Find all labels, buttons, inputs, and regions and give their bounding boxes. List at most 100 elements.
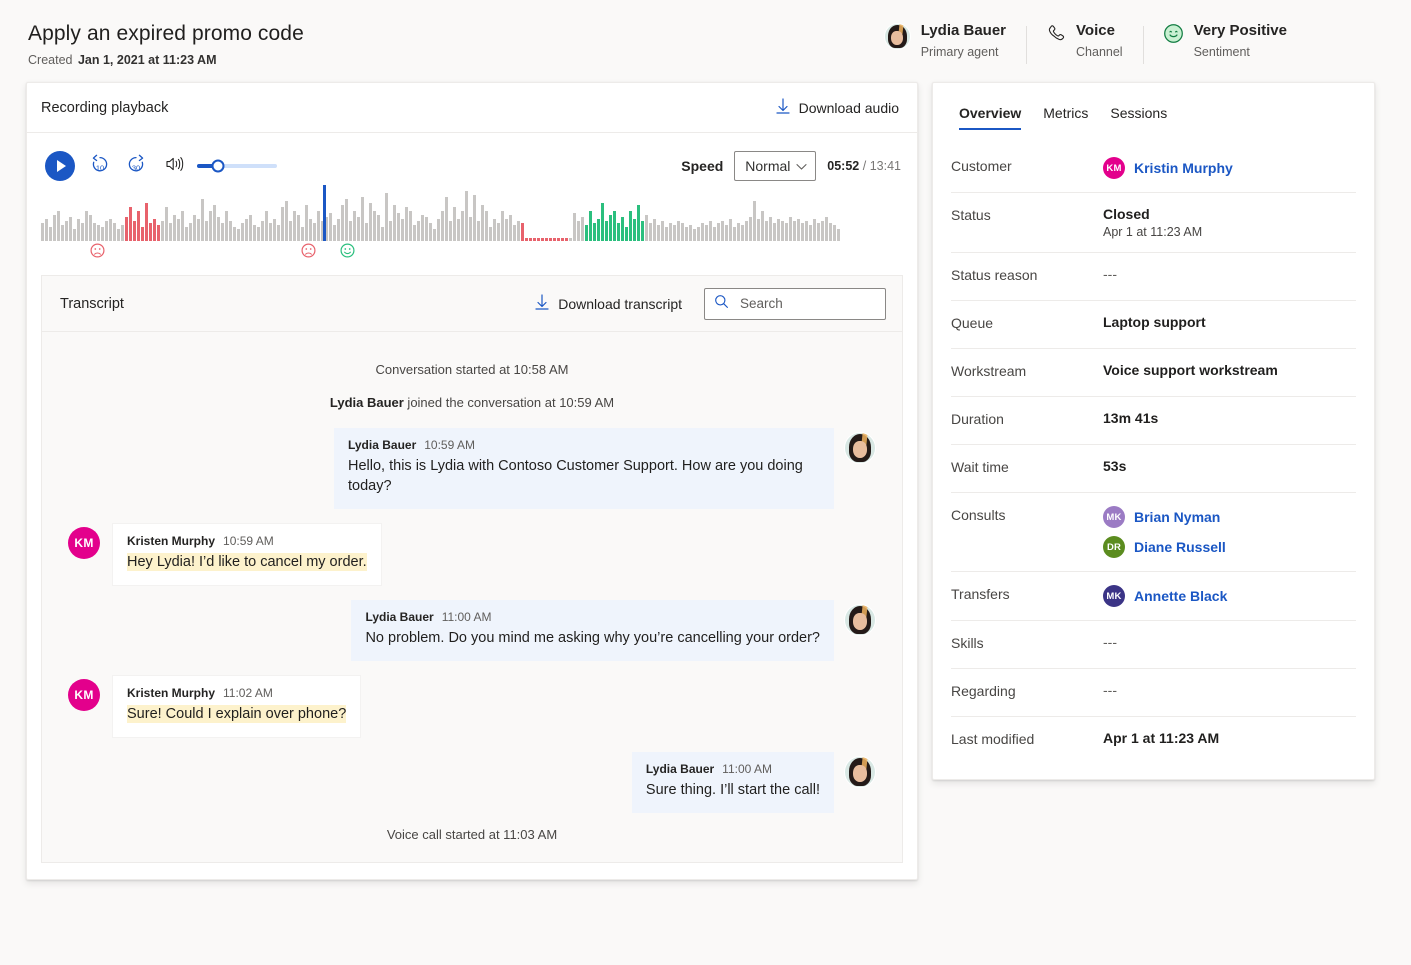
waveform-bar: [173, 215, 176, 241]
waveform-bar: [89, 215, 92, 241]
waveform-bar: [281, 207, 284, 241]
waveform-bar: [385, 193, 388, 241]
download-icon: [535, 294, 549, 313]
volume-slider[interactable]: [197, 164, 277, 168]
person-entry[interactable]: KMKristin Murphy: [1103, 157, 1233, 179]
waveform-bar: [245, 219, 248, 241]
waveform-bar: [49, 227, 52, 241]
waveform-bar: [65, 221, 68, 241]
speed-select[interactable]: Normal: [734, 151, 816, 181]
waveform-bar: [217, 217, 220, 241]
forward-30-icon[interactable]: 30: [125, 153, 147, 180]
search-input[interactable]: [738, 295, 876, 312]
detail-value: Apr 1 at 11:23 AM: [1103, 730, 1219, 746]
waveform-bar: [601, 203, 604, 241]
waveform-bar: [765, 221, 768, 241]
smiley-icon: [1163, 22, 1184, 49]
waveform-bar: [489, 227, 492, 241]
waveform-bar: [113, 223, 116, 241]
detail-value-wrap: Apr 1 at 11:23 AM: [1103, 730, 1219, 746]
waveform-bar: [169, 223, 172, 241]
waveform-bar: [41, 223, 44, 241]
person-name-link[interactable]: Brian Nyman: [1134, 509, 1220, 525]
chevron-down-icon: [796, 158, 807, 174]
detail-value: 13m 41s: [1103, 410, 1158, 426]
person-entry[interactable]: MKAnnette Black: [1103, 585, 1227, 607]
sentiment-marker-negative[interactable]: [301, 243, 316, 258]
speed-label: Speed: [681, 158, 723, 174]
play-button[interactable]: [45, 151, 75, 181]
message-bubble: Kristen Murphy11:02 AMSure! Could I expl…: [112, 675, 361, 738]
waveform-bar: [101, 227, 104, 241]
detail-row: Status reason---: [951, 253, 1356, 301]
waveform-bar: [117, 229, 120, 241]
transcript-search-box[interactable]: [704, 288, 886, 320]
waveform-bar: [305, 205, 308, 241]
person-name-link[interactable]: Kristin Murphy: [1134, 160, 1233, 176]
waveform-bar: [833, 225, 836, 241]
transcript-message-customer: KMKristen Murphy10:59 AMHey Lydia! I’d l…: [68, 523, 876, 586]
waveform-bar: [749, 217, 752, 241]
audio-waveform[interactable]: [41, 191, 903, 241]
time-total: 13:41: [870, 159, 901, 173]
waveform-bar: [425, 217, 428, 241]
waveform-bar: [153, 219, 156, 241]
waveform-bar: [253, 225, 256, 241]
waveform-bar: [133, 221, 136, 241]
playhead-marker[interactable]: [323, 185, 326, 241]
transcript-message-agent: Lydia Bauer10:59 AMHello, this is Lydia …: [68, 428, 876, 509]
person-entry[interactable]: DRDiane Russell: [1103, 536, 1226, 558]
waveform-bar: [577, 221, 580, 241]
sentiment-marker-positive[interactable]: [340, 243, 355, 258]
sentiment-marker-negative[interactable]: [90, 243, 105, 258]
waveform-bar: [837, 229, 840, 241]
detail-label: Queue: [951, 314, 1103, 331]
volume-slider-knob[interactable]: [211, 160, 224, 173]
tab-overview[interactable]: Overview: [951, 97, 1029, 130]
rewind-10-icon[interactable]: 10: [89, 153, 111, 180]
waveform-bar: [81, 223, 84, 241]
waveform-bar: [297, 215, 300, 241]
waveform-bar: [289, 221, 292, 241]
waveform-bar: [785, 223, 788, 241]
waveform-bar: [393, 205, 396, 241]
waveform-bar: [141, 227, 144, 241]
detail-row: Wait time53s: [951, 445, 1356, 493]
detail-label: Customer: [951, 157, 1103, 174]
sentiment-value: Very Positive: [1194, 22, 1287, 41]
volume-icon[interactable]: [165, 155, 185, 178]
person-name-link[interactable]: Annette Black: [1134, 588, 1227, 604]
waveform-bar: [441, 211, 444, 241]
waveform-bar: [177, 219, 180, 241]
waveform-area[interactable]: [41, 191, 903, 261]
detail-value-wrap: KMKristin Murphy: [1103, 157, 1233, 179]
person-entry[interactable]: MKBrian Nyman: [1103, 506, 1226, 528]
agent-photo-avatar-icon: [884, 22, 911, 50]
waveform-bar: [789, 217, 792, 241]
message-sender: Lydia Bauer: [365, 610, 433, 624]
waveform-bar: [201, 199, 204, 241]
agent-role: Primary agent: [921, 45, 1006, 61]
waveform-bar: [157, 225, 160, 241]
waveform-bar: [109, 219, 112, 241]
tab-metrics[interactable]: Metrics: [1035, 97, 1096, 130]
tab-sessions[interactable]: Sessions: [1102, 97, 1175, 130]
download-audio-button[interactable]: Download audio: [776, 98, 899, 117]
waveform-bar: [817, 223, 820, 241]
waveform-bar: [333, 225, 336, 241]
waveform-bar: [829, 223, 832, 241]
person-name-link[interactable]: Diane Russell: [1134, 539, 1226, 555]
download-transcript-button[interactable]: Download transcript: [535, 294, 682, 313]
waveform-bar: [105, 221, 108, 241]
waveform-bar: [821, 221, 824, 241]
time-readout: 05:52 / 13:41: [827, 159, 901, 173]
waveform-bar: [465, 191, 468, 241]
waveform-bar: [757, 219, 760, 241]
message-bubble: Kristen Murphy10:59 AMHey Lydia! I’d lik…: [112, 523, 382, 586]
waveform-bar: [349, 221, 352, 241]
waveform-bar: [449, 221, 452, 241]
waveform-bar: [501, 211, 504, 241]
message-time: 11:00 AM: [722, 762, 772, 776]
detail-label: Workstream: [951, 362, 1103, 379]
waveform-bar: [285, 201, 288, 241]
